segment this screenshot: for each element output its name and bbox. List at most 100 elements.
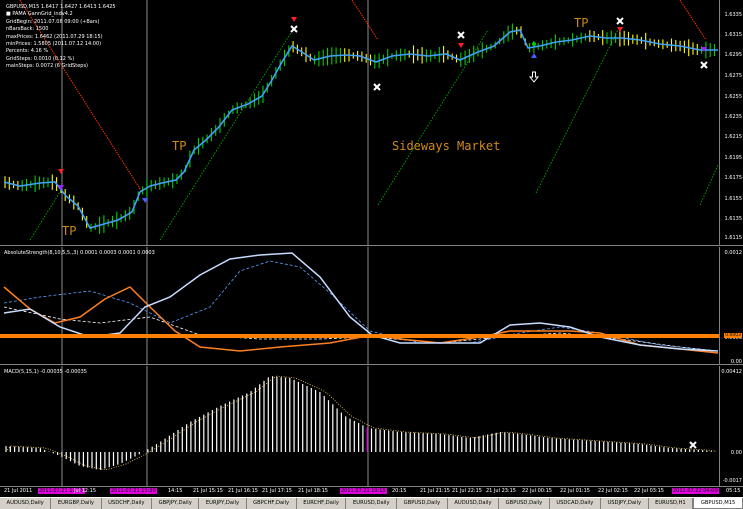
time-axis[interactable]: 21 Jul 2011 2011.07.21 11:25 Jul 12:15 2011… [0, 486, 743, 496]
price-tick-label: 1.6135 [724, 216, 743, 222]
chart-info-line: minPrices: 1.5805 (2011.07.12 14:00) [6, 41, 102, 48]
price-tick-label: 1.6235 [724, 114, 743, 120]
time-label: 21 Jul 17:15 [262, 488, 292, 494]
time-label: 21 Jul 16:15 [228, 488, 258, 494]
macd-signal-line [5, 375, 716, 471]
macd-canvas [5, 366, 717, 486]
gann-line-up [699, 164, 719, 206]
close-x-icon [457, 31, 465, 39]
symbol-tab[interactable]: GBPUSD,Daily [397, 498, 448, 509]
time-label-highlight: 2011.07.21 13:30 [110, 488, 157, 494]
symbol-tab[interactable]: GBPJPY,Daily [152, 498, 200, 509]
time-label: 21 Jul 22:15 [452, 488, 482, 494]
chart-info-line: GBPUSD,M15 1.6417 1.6427 1.6413 1.6425 [6, 4, 116, 10]
symbol-tab[interactable]: EURJPY,Daily [199, 498, 247, 509]
symbol-tab[interactable]: GBPUSD,Daily [499, 498, 550, 509]
as-tick-label: 0.00 [730, 359, 742, 365]
close-x-icon [373, 83, 381, 91]
symbol-tab[interactable]: AUDUSD,Daily [448, 498, 500, 509]
price-tick-label: 1.6115 [724, 235, 743, 241]
chart-info-line: mainSteps: 0.0072 (6 GridSteps) [6, 63, 88, 70]
time-label: 21 Jul 18:15 [298, 488, 328, 494]
price-tick-label: 1.6295 [724, 52, 743, 58]
close-x-icon [616, 17, 624, 25]
symbol-tab[interactable]: USDJPY,Daily [601, 498, 649, 509]
signal-dot [532, 42, 536, 46]
gann-line-up [29, 191, 61, 241]
macd-label: MACD(5,15,1) -0.00035 -0.00035 [4, 369, 87, 375]
symbol-tab[interactable]: EURUSD,H1 [649, 498, 694, 509]
sell-arrow-icon [458, 43, 464, 48]
macd-axis[interactable]: 0.00412 0.00 -0.0017 [719, 366, 743, 486]
close-x-icon [700, 61, 708, 69]
absolute-strength-axis[interactable]: 0.0012 0.0003 0.00 0.0003 [719, 247, 743, 365]
time-label: Jul 12:15 [74, 488, 97, 494]
time-label: 22 Jul 02:15 [598, 488, 628, 494]
chart-info-line: Percents: 4.16 % [6, 48, 49, 55]
symbol-tab[interactable]: EURCHF,Daily [297, 498, 347, 509]
gann-line-up [535, 29, 619, 194]
buy-arrow-icon [531, 53, 537, 58]
time-label: 21 Jul 15:15 [193, 488, 223, 494]
as-tick-label: 0.0012 [724, 250, 743, 256]
time-label: 05:15 [726, 488, 741, 494]
tp-label-2: TP [172, 139, 187, 153]
gann-line-up [159, 27, 295, 241]
price-tick-label: 1.6275 [724, 73, 743, 79]
price-tick-label: 1.6155 [724, 196, 743, 202]
time-label-highlight: 2011.07.22 04:00 [672, 488, 719, 494]
sell-arrow-icon [58, 169, 64, 174]
price-tick-label: 1.6175 [724, 175, 743, 181]
absolute-strength-label: AbsoluteStrength(8,10,5,5,,3) 0.0001 0.0… [4, 250, 155, 256]
time-label-highlight: 2011.07.21 19:15 [340, 488, 387, 494]
price-axis[interactable]: 1.6335 1.6315 1.6295 1.6275 1.6255 1.6235 1.62… [719, 0, 743, 245]
chart-info-block: GBPUSD,M15 1.6417 1.6427 1.6413 1.6425 ■ … [6, 4, 116, 71]
symbol-tab[interactable]: EURGBP,Daily [51, 498, 102, 509]
absolute-strength-pane[interactable]: AbsoluteStrength(8,10,5,5,,3) 0.0001 0.0… [0, 247, 743, 365]
as-bear-line [3, 286, 719, 354]
time-label: 14:15 [168, 488, 183, 494]
chart-info-line: GridBegin: 2011.07.08 09:00 (+Bars) [6, 18, 100, 25]
chart-info-line: nBarsBack: 1500 [6, 26, 49, 33]
macd-tick-label: -0.0017 [722, 478, 742, 484]
time-label: 20:15 [392, 488, 407, 494]
symbol-tab[interactable]: AUDUSD,Daily [0, 498, 52, 509]
symbol-tab[interactable]: GBPCHF,Daily [247, 498, 297, 509]
chart-tabs-bar: AUDUSD,Daily EURGBP,Daily USDCHF,Daily GBPJ… [0, 497, 743, 509]
tp-label-3: TP [574, 16, 589, 30]
as-level-box: 0.0003 [724, 333, 742, 338]
time-label: 21 Jul 21:15 [420, 488, 450, 494]
gann-line-down [351, 0, 379, 41]
as-signal-bear-line [3, 306, 719, 352]
tp-label-1: TP [62, 224, 77, 238]
chart-info-line: maxPrices: 1.6462 (2011.07.29 18:15) [6, 33, 103, 40]
chart-info-line: ■ PAMA GannGrid_indv4.2 [6, 11, 73, 18]
price-tick-label: 1.6255 [724, 94, 743, 100]
symbol-tab[interactable]: USDCHF,Daily [102, 498, 153, 509]
close-x-icon [290, 25, 298, 33]
price-tick-label: 1.6215 [724, 134, 743, 140]
macd-tick-label: 0.00 [730, 450, 742, 456]
time-label: 21 Jul 23:15 [486, 488, 516, 494]
price-chart-pane[interactable]: GBPUSD,M15 1.6417 1.6427 1.6413 1.6425 ■ … [0, 0, 743, 246]
time-label: 22 Jul 01:15 [560, 488, 590, 494]
sell-arrow-icon [291, 17, 297, 22]
symbol-tab[interactable]: USDCAD,Daily [550, 498, 601, 509]
time-label: 22 Jul 00:15 [522, 488, 552, 494]
sell-arrow-icon [617, 27, 623, 32]
macd-tick-label: 0.00412 [721, 369, 742, 375]
absolute-strength-canvas [0, 247, 720, 365]
price-tick-label: 1.6195 [724, 155, 743, 161]
symbol-tab[interactable]: EURUSD,Daily [346, 498, 398, 509]
price-tick-label: 1.6335 [724, 12, 743, 18]
hollow-up-arrow-icon [528, 71, 540, 83]
sideways-market-label: Sideways Market [392, 139, 501, 153]
close-x-icon [689, 441, 697, 449]
macd-pane[interactable]: MACD(5,15,1) -0.00035 -0.00035 0.00412 0.… [0, 366, 743, 486]
price-tick-label: 1.6315 [724, 32, 743, 38]
time-label: 21 Jul 2011 [4, 488, 33, 494]
gann-line-down [679, 0, 707, 41]
symbol-tab[interactable]: GBPUSD,M15 [693, 498, 743, 509]
chart-info-line: GridSteps: 0.0010 (0.12 %) [6, 55, 75, 62]
time-label: 22 Jul 03:15 [634, 488, 664, 494]
